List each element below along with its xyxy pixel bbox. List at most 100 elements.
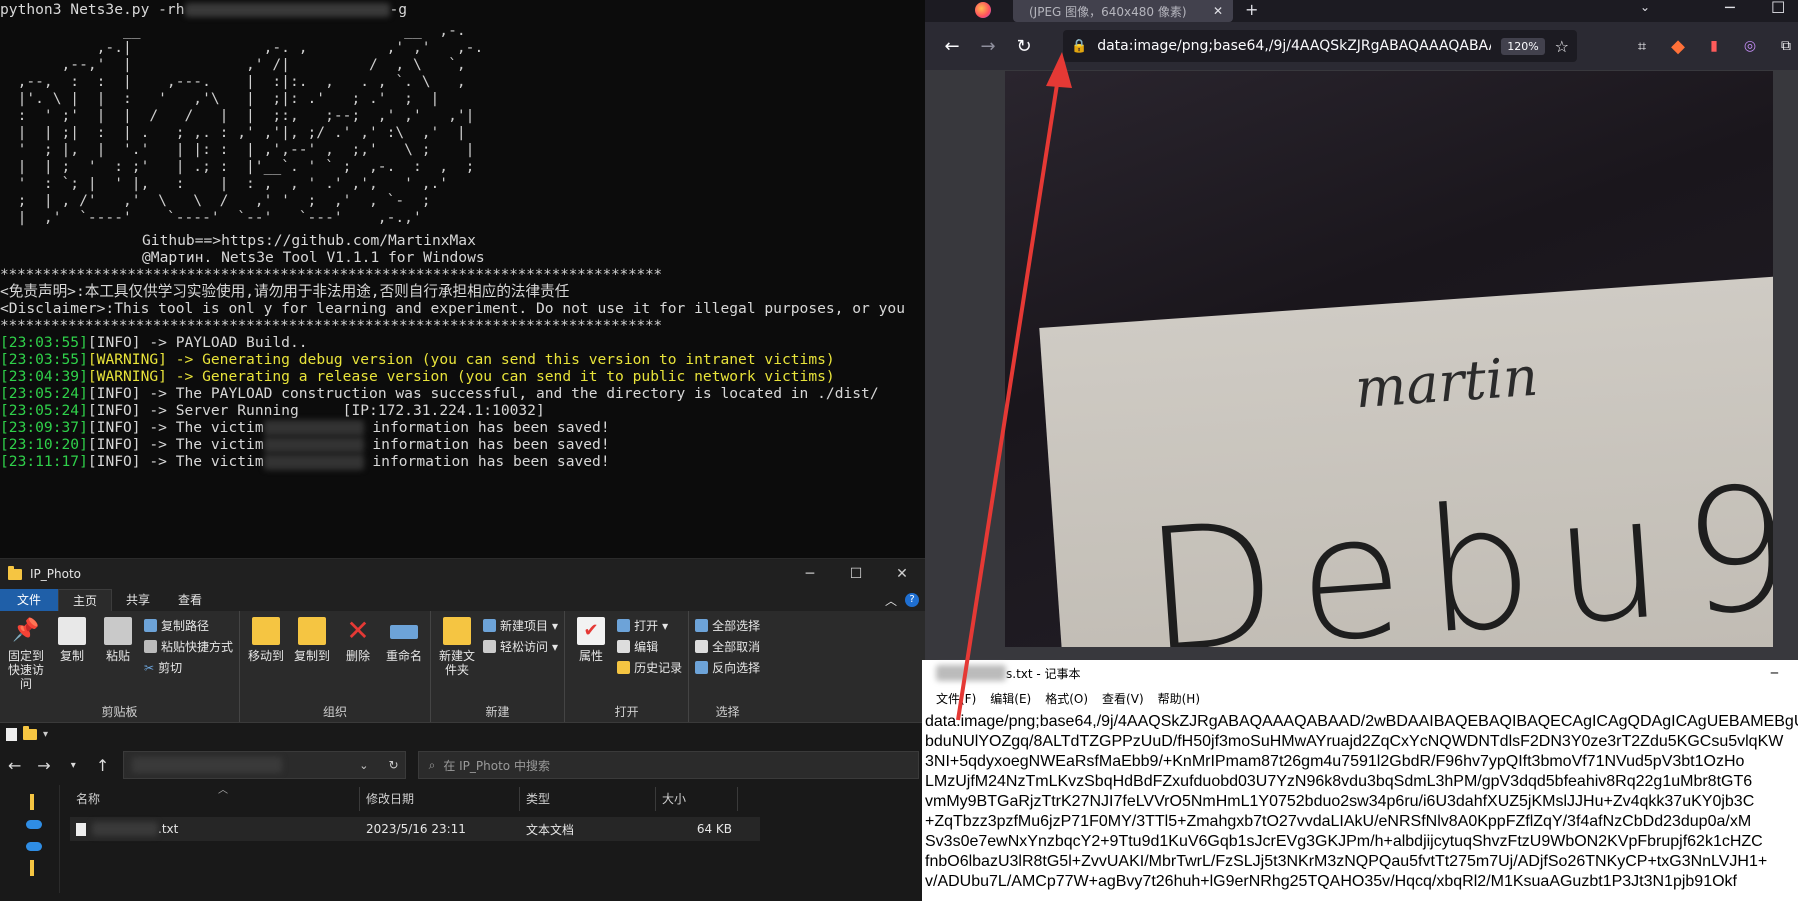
tab-close-icon[interactable]: ✕	[1213, 4, 1223, 18]
copy-path-button[interactable]: 复制路径	[144, 617, 233, 634]
forward-icon[interactable]: →	[977, 36, 999, 57]
bookmark-star-icon[interactable]: ☆	[1555, 37, 1569, 56]
open-button[interactable]: 打开 ▾	[617, 617, 682, 634]
group-new: 新建文件夹 新建项目 ▾ 轻松访问 ▾ 新建	[431, 611, 566, 722]
select-all-button[interactable]: 全部选择	[695, 617, 760, 634]
tab-list-icon[interactable]: ⌄	[1640, 0, 1650, 14]
notepad-line: fnbO6lbazU3lR8tG5l+ZvvUAKI/MbrTwrL/FzSLJ…	[925, 853, 1768, 870]
select-none-button[interactable]: 全部取消	[695, 638, 760, 655]
browser-tab[interactable]: (JPEG 图像，640x480 像素) ✕	[1013, 0, 1233, 22]
new-folder-small-icon[interactable]	[23, 725, 37, 740]
menu-format[interactable]: 格式(O)	[1045, 690, 1088, 707]
command-prefix: python3 Nets3e.py -rh	[0, 1, 185, 18]
ribbon-tabs: 文件 主页 共享 查看 ︿ ?	[0, 589, 925, 611]
stars-divider-bottom: ****************************************…	[0, 317, 662, 334]
recent-locations-icon[interactable]: ▾	[65, 760, 82, 771]
new-tab-icon[interactable]: +	[1245, 0, 1258, 19]
new-item-button[interactable]: 新建项目 ▾	[483, 617, 558, 634]
tab-home[interactable]: 主页	[58, 589, 113, 611]
copy-icon	[58, 617, 86, 645]
scissors-icon: ✂	[144, 660, 155, 675]
log-message: -> The victim	[140, 453, 264, 470]
customize-toolbar-icon[interactable]: ▾	[43, 729, 48, 740]
cut-label: 剪切	[158, 661, 183, 675]
delete-button[interactable]: ✕ 删除	[338, 615, 378, 664]
extensions-puzzle-icon[interactable]: ⧉	[1775, 38, 1797, 54]
notepad-minimize-icon[interactable]: ─	[1771, 666, 1778, 680]
extension-flag-icon[interactable]: ▮	[1703, 38, 1725, 54]
reload-icon[interactable]: ↻	[1013, 36, 1035, 57]
new-folder-button[interactable]: 新建文件夹	[437, 615, 477, 677]
properties-small-icon[interactable]	[6, 727, 17, 741]
nav-this-pc[interactable]	[0, 857, 59, 879]
history-button[interactable]: 历史记录	[617, 659, 682, 676]
help-icon[interactable]: ?	[905, 593, 919, 607]
notepad-window[interactable]: s.txt - 记事本 ─ 文件(F) 编辑(E) 格式(O) 查看(V) 帮助…	[922, 660, 1798, 901]
search-icon: ⌕	[428, 757, 436, 772]
zoom-level[interactable]: 120%	[1501, 37, 1545, 55]
menu-edit[interactable]: 编辑(E)	[990, 690, 1031, 707]
command-line: python3 Nets3e.py -rh -g	[0, 1, 925, 18]
copy-to-button[interactable]: 复制到	[292, 615, 332, 663]
easy-access-button[interactable]: 轻松访问 ▾	[483, 638, 558, 655]
firefox-icon	[975, 2, 991, 18]
address-bar[interactable]: ⌄ ↻	[123, 751, 406, 779]
screenshot-crop-icon[interactable]: ⌗	[1631, 37, 1653, 55]
maximize-button[interactable]: ☐	[833, 566, 879, 582]
file-row[interactable]: .txt 2023/5/16 23:11 文本文档 64 KB	[70, 817, 760, 841]
cut-button[interactable]: ✂ 剪切	[144, 659, 233, 676]
nav-onedrive-2[interactable]	[0, 835, 59, 857]
file-explorer-window[interactable]: IP_Photo ─ ☐ ✕ 文件 主页 共享 查看 ︿ ? 📌 固定到快速访问 …	[0, 558, 925, 901]
terminal-window[interactable]: python3 Nets3e.py -rh -g __ __ ,-. ,-.| ,…	[0, 0, 925, 558]
search-input[interactable]: ⌕ 在 IP_Photo 中搜索	[417, 751, 920, 779]
nav-quick-access[interactable]	[0, 791, 59, 813]
extension-fox-icon[interactable]: ◆	[1667, 36, 1689, 57]
ribbon-collapse-icon[interactable]: ︿	[885, 592, 897, 609]
column-size[interactable]: 大小	[656, 787, 738, 811]
column-type[interactable]: 类型	[520, 787, 656, 811]
paste-label: 粘贴	[105, 649, 130, 663]
new-item-label: 新建项目	[500, 619, 549, 633]
url-text: data:image/png;base64,/9j/4AAQSkZJRgABAQ…	[1097, 38, 1492, 54]
invert-selection-button[interactable]: 反向选择	[695, 659, 760, 676]
log-level: [INFO]	[87, 334, 141, 351]
edit-button[interactable]: 编辑	[617, 638, 682, 655]
nav-onedrive[interactable]	[0, 813, 59, 835]
forward-arrow-icon[interactable]: →	[35, 756, 52, 775]
notepad-title: s.txt - 记事本	[1006, 666, 1081, 681]
tab-file[interactable]: 文件	[0, 589, 59, 611]
menu-view[interactable]: 查看(V)	[1102, 690, 1144, 707]
log-timestamp: [23:11:17]	[0, 453, 88, 470]
refresh-icon[interactable]: ↻	[389, 758, 399, 772]
window-minimize-icon[interactable]: ─	[1725, 0, 1735, 17]
pin-quick-access-button[interactable]: 📌 固定到快速访问	[6, 615, 46, 691]
close-button[interactable]: ✕	[879, 566, 925, 582]
back-icon[interactable]: ←	[941, 36, 963, 57]
properties-button[interactable]: ✔ 属性	[571, 615, 611, 663]
tab-share[interactable]: 共享	[112, 589, 164, 611]
up-arrow-icon[interactable]: ↑	[94, 756, 111, 775]
address-dropdown-icon[interactable]: ⌄	[359, 759, 368, 772]
window-maximize-icon[interactable]: ☐	[1771, 0, 1785, 17]
browser-window[interactable]: (JPEG 图像，640x480 像素) ✕ + ⌄ ─ ☐ ← → ↻ 🔒 d…	[925, 0, 1798, 660]
log-line: [23:10:20][INFO] -> The victim informati…	[0, 436, 925, 453]
move-to-button[interactable]: 移动到	[246, 615, 286, 663]
extension-glasses-icon[interactable]: ◎	[1739, 38, 1761, 54]
url-bar[interactable]: 🔒 data:image/png;base64,/9j/4AAQSkZJRgAB…	[1063, 30, 1577, 62]
log-message: -> Generating debug version (you can sen…	[166, 351, 835, 368]
copy-button[interactable]: 复制	[52, 615, 92, 663]
back-arrow-icon[interactable]: ←	[6, 756, 23, 775]
log-line: [23:04:39][WARNING] -> Generating a rele…	[0, 368, 925, 385]
menu-file[interactable]: 文件(F)	[936, 690, 976, 707]
menu-help[interactable]: 帮助(H)	[1158, 690, 1200, 707]
rename-button[interactable]: 重命名	[384, 615, 424, 663]
notepad-text-area[interactable]: data:image/png;base64,/9j/4AAQSkZJRgABAQ…	[922, 710, 1798, 892]
tab-view[interactable]: 查看	[164, 589, 216, 611]
paste-shortcut-button[interactable]: 粘贴快捷方式	[144, 638, 233, 655]
sort-caret-icon: ︿	[218, 785, 228, 796]
column-date[interactable]: 修改日期	[360, 787, 520, 811]
paste-button[interactable]: 粘贴	[98, 615, 138, 663]
minimize-button[interactable]: ─	[787, 566, 833, 582]
column-name[interactable]: 名称	[70, 787, 360, 811]
page-info-icon[interactable]: 🔒	[1071, 39, 1087, 54]
